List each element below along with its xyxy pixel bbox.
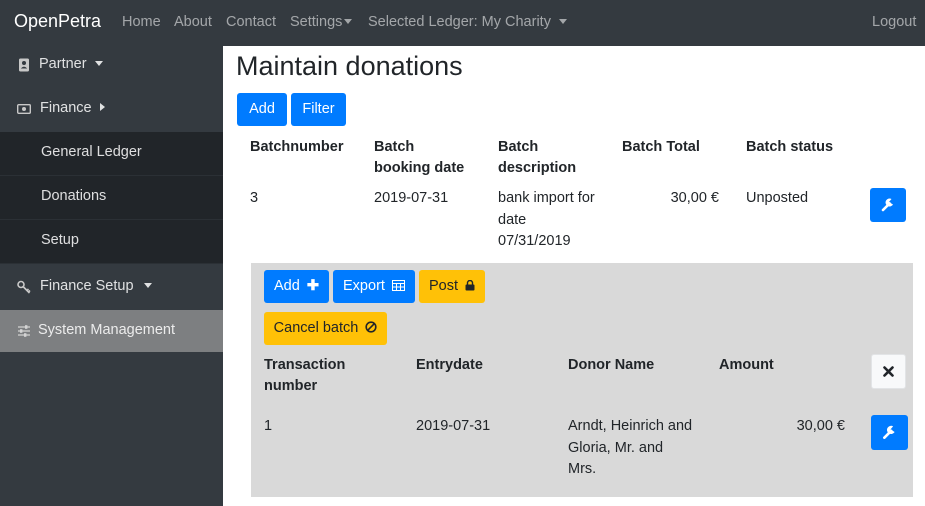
money-bill-icon: [17, 104, 31, 114]
add-batch-button[interactable]: Add: [237, 93, 287, 126]
batch-detail-panel: Add ✚ Export Post Cancel batch Transacti…: [251, 263, 913, 497]
button-label: Add: [274, 278, 300, 294]
address-book-icon: [19, 58, 29, 72]
page-title: Maintain donations: [236, 51, 463, 81]
header-line: number: [264, 378, 318, 394]
sidebar-item-donations[interactable]: Donations: [0, 176, 223, 220]
button-label: Post: [428, 278, 458, 294]
button-label: Cancel batch: [273, 320, 359, 336]
batch-number: 3: [250, 190, 259, 206]
edit-batch-button[interactable]: [870, 188, 906, 222]
description-line: bank import for: [498, 190, 595, 206]
donor-line: Arndt, Heinrich and: [568, 418, 693, 434]
column-header-booking-date: Batch booking date: [374, 137, 464, 179]
sidebar-item-label: System Management: [38, 322, 176, 338]
header-line: description: [498, 160, 577, 176]
sidebar-item-setup[interactable]: Setup: [0, 220, 223, 264]
column-header-amount: Amount: [719, 357, 774, 373]
batch-status: Unposted: [746, 190, 809, 206]
description-line: date: [498, 211, 527, 228]
description-line: 07/31/2019: [498, 233, 571, 249]
ban-icon: [365, 321, 377, 333]
close-detail-button[interactable]: [871, 354, 906, 389]
column-header-donor-name: Donor Name: [568, 357, 655, 373]
top-navbar: OpenPetra Home About Contact Settings Se…: [0, 0, 925, 46]
export-button[interactable]: Export: [333, 270, 415, 303]
column-header-description: Batch description: [498, 137, 576, 179]
transaction-number: 1: [264, 418, 273, 434]
sidebar-item-general-ledger[interactable]: General Ledger: [0, 132, 223, 176]
lock-icon: [465, 280, 475, 291]
chevron-down-icon: [94, 60, 103, 66]
nav-settings-dropdown[interactable]: Settings: [290, 14, 353, 30]
brand-logo[interactable]: OpenPetra: [14, 11, 101, 32]
header-line: booking date: [374, 160, 465, 176]
close-icon: [883, 366, 894, 377]
batch-total: 30,00 €: [670, 190, 719, 206]
sidebar: Partner Finance General Ledger Donations…: [0, 46, 223, 506]
plus-icon: ✚: [306, 278, 319, 294]
column-header-batch-status: Batch status: [746, 139, 834, 155]
sidebar-item-finance[interactable]: Finance: [0, 86, 223, 132]
table-icon: [391, 280, 405, 291]
sidebar-item-label: Donations: [41, 188, 107, 204]
header-line: Batch: [374, 139, 415, 155]
nav-home[interactable]: Home: [122, 14, 161, 30]
sidebar-item-partner[interactable]: Partner: [0, 46, 223, 86]
nav-about[interactable]: About: [174, 14, 212, 30]
nav-settings-label: Settings: [290, 14, 343, 30]
wrench-icon: [883, 425, 895, 439]
nav-ledger-dropdown[interactable]: Selected Ledger: My Charity: [368, 14, 567, 30]
column-header-batchnumber: Batchnumber: [250, 139, 344, 155]
sidebar-item-label: Finance Setup: [40, 278, 134, 294]
chevron-down-icon: [558, 18, 567, 24]
sidebar-item-system-management[interactable]: System Management: [0, 310, 223, 352]
nav-ledger-label: Selected Ledger: My Charity: [368, 14, 551, 30]
transaction-entrydate: 2019-07-31: [416, 418, 491, 434]
post-button[interactable]: Post: [419, 270, 485, 303]
batch-booking-date: 2019-07-31: [374, 190, 449, 206]
chevron-down-icon: [344, 18, 353, 24]
column-header-entrydate: Entrydate: [416, 357, 483, 373]
sidebar-item-label: Finance: [40, 100, 92, 116]
donor-line: Mrs.: [568, 461, 597, 477]
donor-line: Gloria, Mr. and: [568, 439, 664, 456]
column-header-batch-total: Batch Total: [622, 139, 700, 155]
cancel-batch-button[interactable]: Cancel batch: [264, 312, 387, 345]
nav-contact[interactable]: Contact: [226, 14, 276, 30]
sidebar-item-label: Setup: [41, 232, 79, 248]
key-icon: [17, 280, 31, 294]
nav-logout[interactable]: Logout: [872, 14, 916, 30]
transaction-amount: 30,00 €: [796, 418, 845, 434]
header-line: Batch: [498, 139, 539, 155]
add-transaction-button[interactable]: Add ✚: [264, 270, 329, 303]
wrench-icon: [881, 198, 893, 212]
filter-button[interactable]: Filter: [291, 93, 346, 126]
batch-description: bank import for date 07/31/2019: [498, 188, 595, 253]
sidebar-item-label: Partner: [39, 56, 87, 72]
transaction-donor-name: Arndt, Heinrich and Gloria, Mr. and Mrs.: [568, 416, 692, 481]
column-header-transaction-number: Transaction number: [264, 355, 345, 397]
header-line: Transaction: [264, 357, 346, 373]
edit-transaction-button[interactable]: [871, 415, 908, 450]
chevron-right-icon: [99, 103, 105, 112]
button-label: Export: [343, 278, 385, 294]
sidebar-item-finance-setup[interactable]: Finance Setup: [0, 264, 223, 310]
sidebar-item-label: General Ledger: [41, 144, 142, 160]
chevron-down-icon: [143, 282, 152, 288]
main-content: Maintain donations Add Filter Batchnumbe…: [223, 46, 925, 506]
sliders-icon: [18, 325, 30, 337]
